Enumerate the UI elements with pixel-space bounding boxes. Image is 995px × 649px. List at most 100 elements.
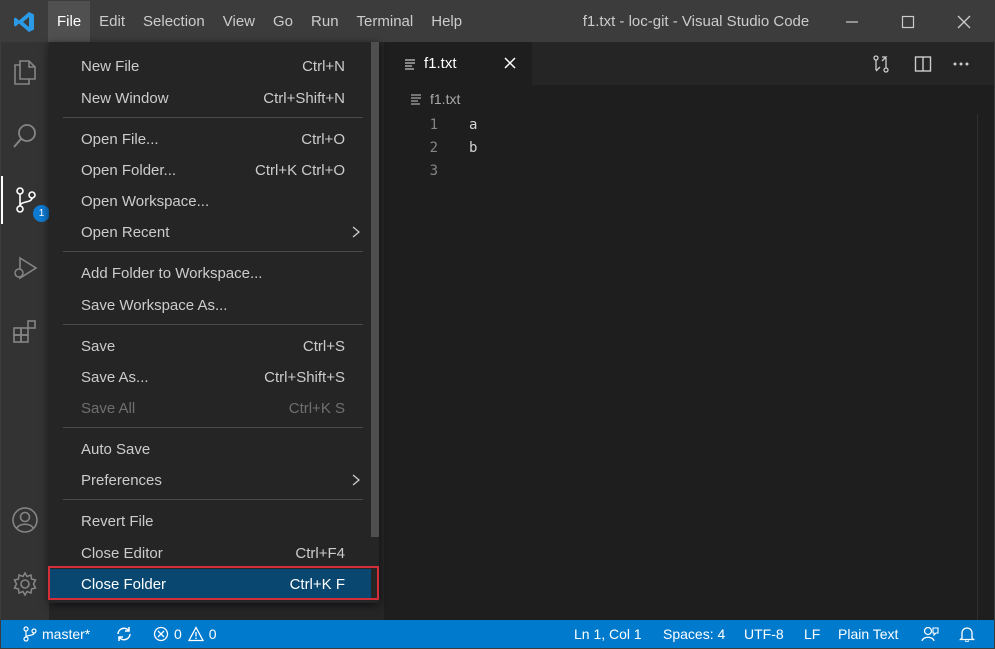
menu-item-revert-file[interactable]: Revert File [49,506,371,537]
status-branch[interactable]: master* [23,620,90,648]
search-button[interactable] [1,112,49,160]
highlight-annotation-box [48,566,379,600]
compare-changes-icon [873,55,889,73]
manage-button[interactable] [1,560,49,608]
account-icon [12,507,38,533]
search-icon [13,124,36,148]
tab-bar: f1.txt [384,42,994,85]
minimize-button[interactable] [824,1,880,42]
status-language[interactable]: Plain Text [838,620,898,648]
menu-scrollbar[interactable] [371,42,379,537]
warning-count: 0 [208,626,217,642]
run-debug-icon [14,256,38,280]
breadcrumb[interactable]: f1.txt [410,89,460,109]
status-position[interactable]: Ln 1, Col 1 [574,620,642,648]
tab-f1-txt[interactable]: f1.txt [384,42,532,85]
gear-icon [13,571,37,597]
extensions-icon [13,320,36,343]
menu-item-label: New File [81,58,140,75]
feedback-icon [921,626,939,642]
minimize-icon [846,20,858,23]
menu-item-shortcut: Ctrl+F4 [295,545,345,562]
menu-item-label: Open Recent [81,224,170,241]
warning-icon [187,626,204,642]
chevron-right-icon [352,226,361,238]
tab-label: f1.txt [424,55,457,72]
menu-file[interactable]: File [48,1,91,42]
run-debug-button[interactable] [1,244,49,292]
menu-item-label: Add Folder to Workspace... [81,265,263,282]
extensions-button[interactable] [1,308,49,356]
notifications-button[interactable] [959,620,980,648]
menu-item-shortcut: Ctrl+K S [288,400,345,417]
open-changes-button[interactable] [868,51,894,77]
menu-item-shortcut: Ctrl+O [301,131,345,148]
text-file-icon [405,58,415,70]
sync-icon [117,627,131,641]
menu-item-open-file[interactable]: Open File... Ctrl+O [49,124,371,155]
error-icon [153,626,169,642]
close-icon [957,15,971,28]
menu-item-save-as[interactable]: Save As... Ctrl+Shift+S [49,362,371,393]
menu-item-label: Save Workspace As... [81,297,228,314]
menu-item-save[interactable]: Save Ctrl+S [49,331,371,362]
menu-terminal[interactable]: Terminal [348,1,423,42]
error-count: 0 [174,626,182,642]
window-title: f1.txt - loc-git - Visual Studio Code [582,13,810,30]
menu-item-auto-save[interactable]: Auto Save [49,434,371,465]
menu-item-open-recent[interactable]: Open Recent [49,217,371,248]
menu-item-label: Open Folder... [81,162,177,179]
split-editor-icon [914,56,932,72]
menu-item-add-folder-to-workspace[interactable]: Add Folder to Workspace... [49,258,371,289]
status-eol[interactable]: LF [804,620,820,648]
menu-item-new-file[interactable]: New File Ctrl+N [49,51,371,82]
split-editor-button[interactable] [910,51,936,77]
menu-item-close-editor[interactable]: Close Editor Ctrl+F4 [49,538,371,569]
menu-selection[interactable]: Selection [134,1,214,42]
menu-item-new-window[interactable]: New Window Ctrl+Shift+N [49,83,371,114]
code-editor[interactable]: 1 a 2 b 3 [384,114,994,183]
menu-item-shortcut: Ctrl+S [302,338,345,355]
feedback-button[interactable] [921,620,944,648]
sync-button[interactable] [115,620,138,648]
menu-item-shortcut: Ctrl+Shift+S [264,369,345,386]
activity-bar: 1 [1,42,50,620]
ellipsis-icon [953,62,969,66]
menu-item-save-all: Save All Ctrl+K S [49,393,371,424]
code-line: 3 [384,160,994,183]
maximize-icon [901,15,915,28]
close-window-button[interactable] [936,1,992,42]
maximize-button[interactable] [880,1,936,42]
more-actions-button[interactable] [948,51,974,77]
status-bar: master* 0 0 Ln 1, Col 1 Spaces: 4 UTF-8 … [1,620,994,648]
file-menu-dropdown: New File Ctrl+N New Window Ctrl+Shift+N … [49,42,379,603]
menu-view[interactable]: View [214,1,264,42]
branch-name: master* [42,626,91,642]
vscode-logo-icon [14,12,34,32]
menu-item-shortcut: Ctrl+Shift+N [263,90,345,107]
menu-item-label: Open Workspace... [81,193,210,210]
menu-item-open-folder[interactable]: Open Folder... Ctrl+K Ctrl+O [49,155,371,186]
status-encoding[interactable]: UTF-8 [744,620,784,648]
menu-run[interactable]: Run [302,1,348,42]
tab-close-icon[interactable] [502,55,518,71]
breadcrumb-file[interactable]: f1.txt [430,91,460,107]
menu-edit[interactable]: Edit [90,1,134,42]
editor-ruler [977,114,978,620]
menu-help[interactable]: Help [422,1,471,42]
explorer-button[interactable] [1,48,49,96]
status-problems[interactable]: 0 0 [153,620,217,648]
menu-item-preferences[interactable]: Preferences [49,465,371,496]
menu-item-open-workspace[interactable]: Open Workspace... [49,186,371,217]
vscode-window: File Edit Selection View Go Run Terminal… [0,0,995,649]
text-file-icon [411,94,421,105]
source-control-badge: 1 [33,205,50,222]
menu-item-save-workspace-as[interactable]: Save Workspace As... [49,290,371,321]
accounts-button[interactable] [1,496,49,544]
menu-go[interactable]: Go [264,1,302,42]
menu-separator [63,324,363,325]
menu-separator [63,427,363,428]
status-indentation[interactable]: Spaces: 4 [663,620,725,648]
menu-item-label: Close Editor [81,545,163,562]
menu-item-shortcut: Ctrl+N [302,58,345,75]
